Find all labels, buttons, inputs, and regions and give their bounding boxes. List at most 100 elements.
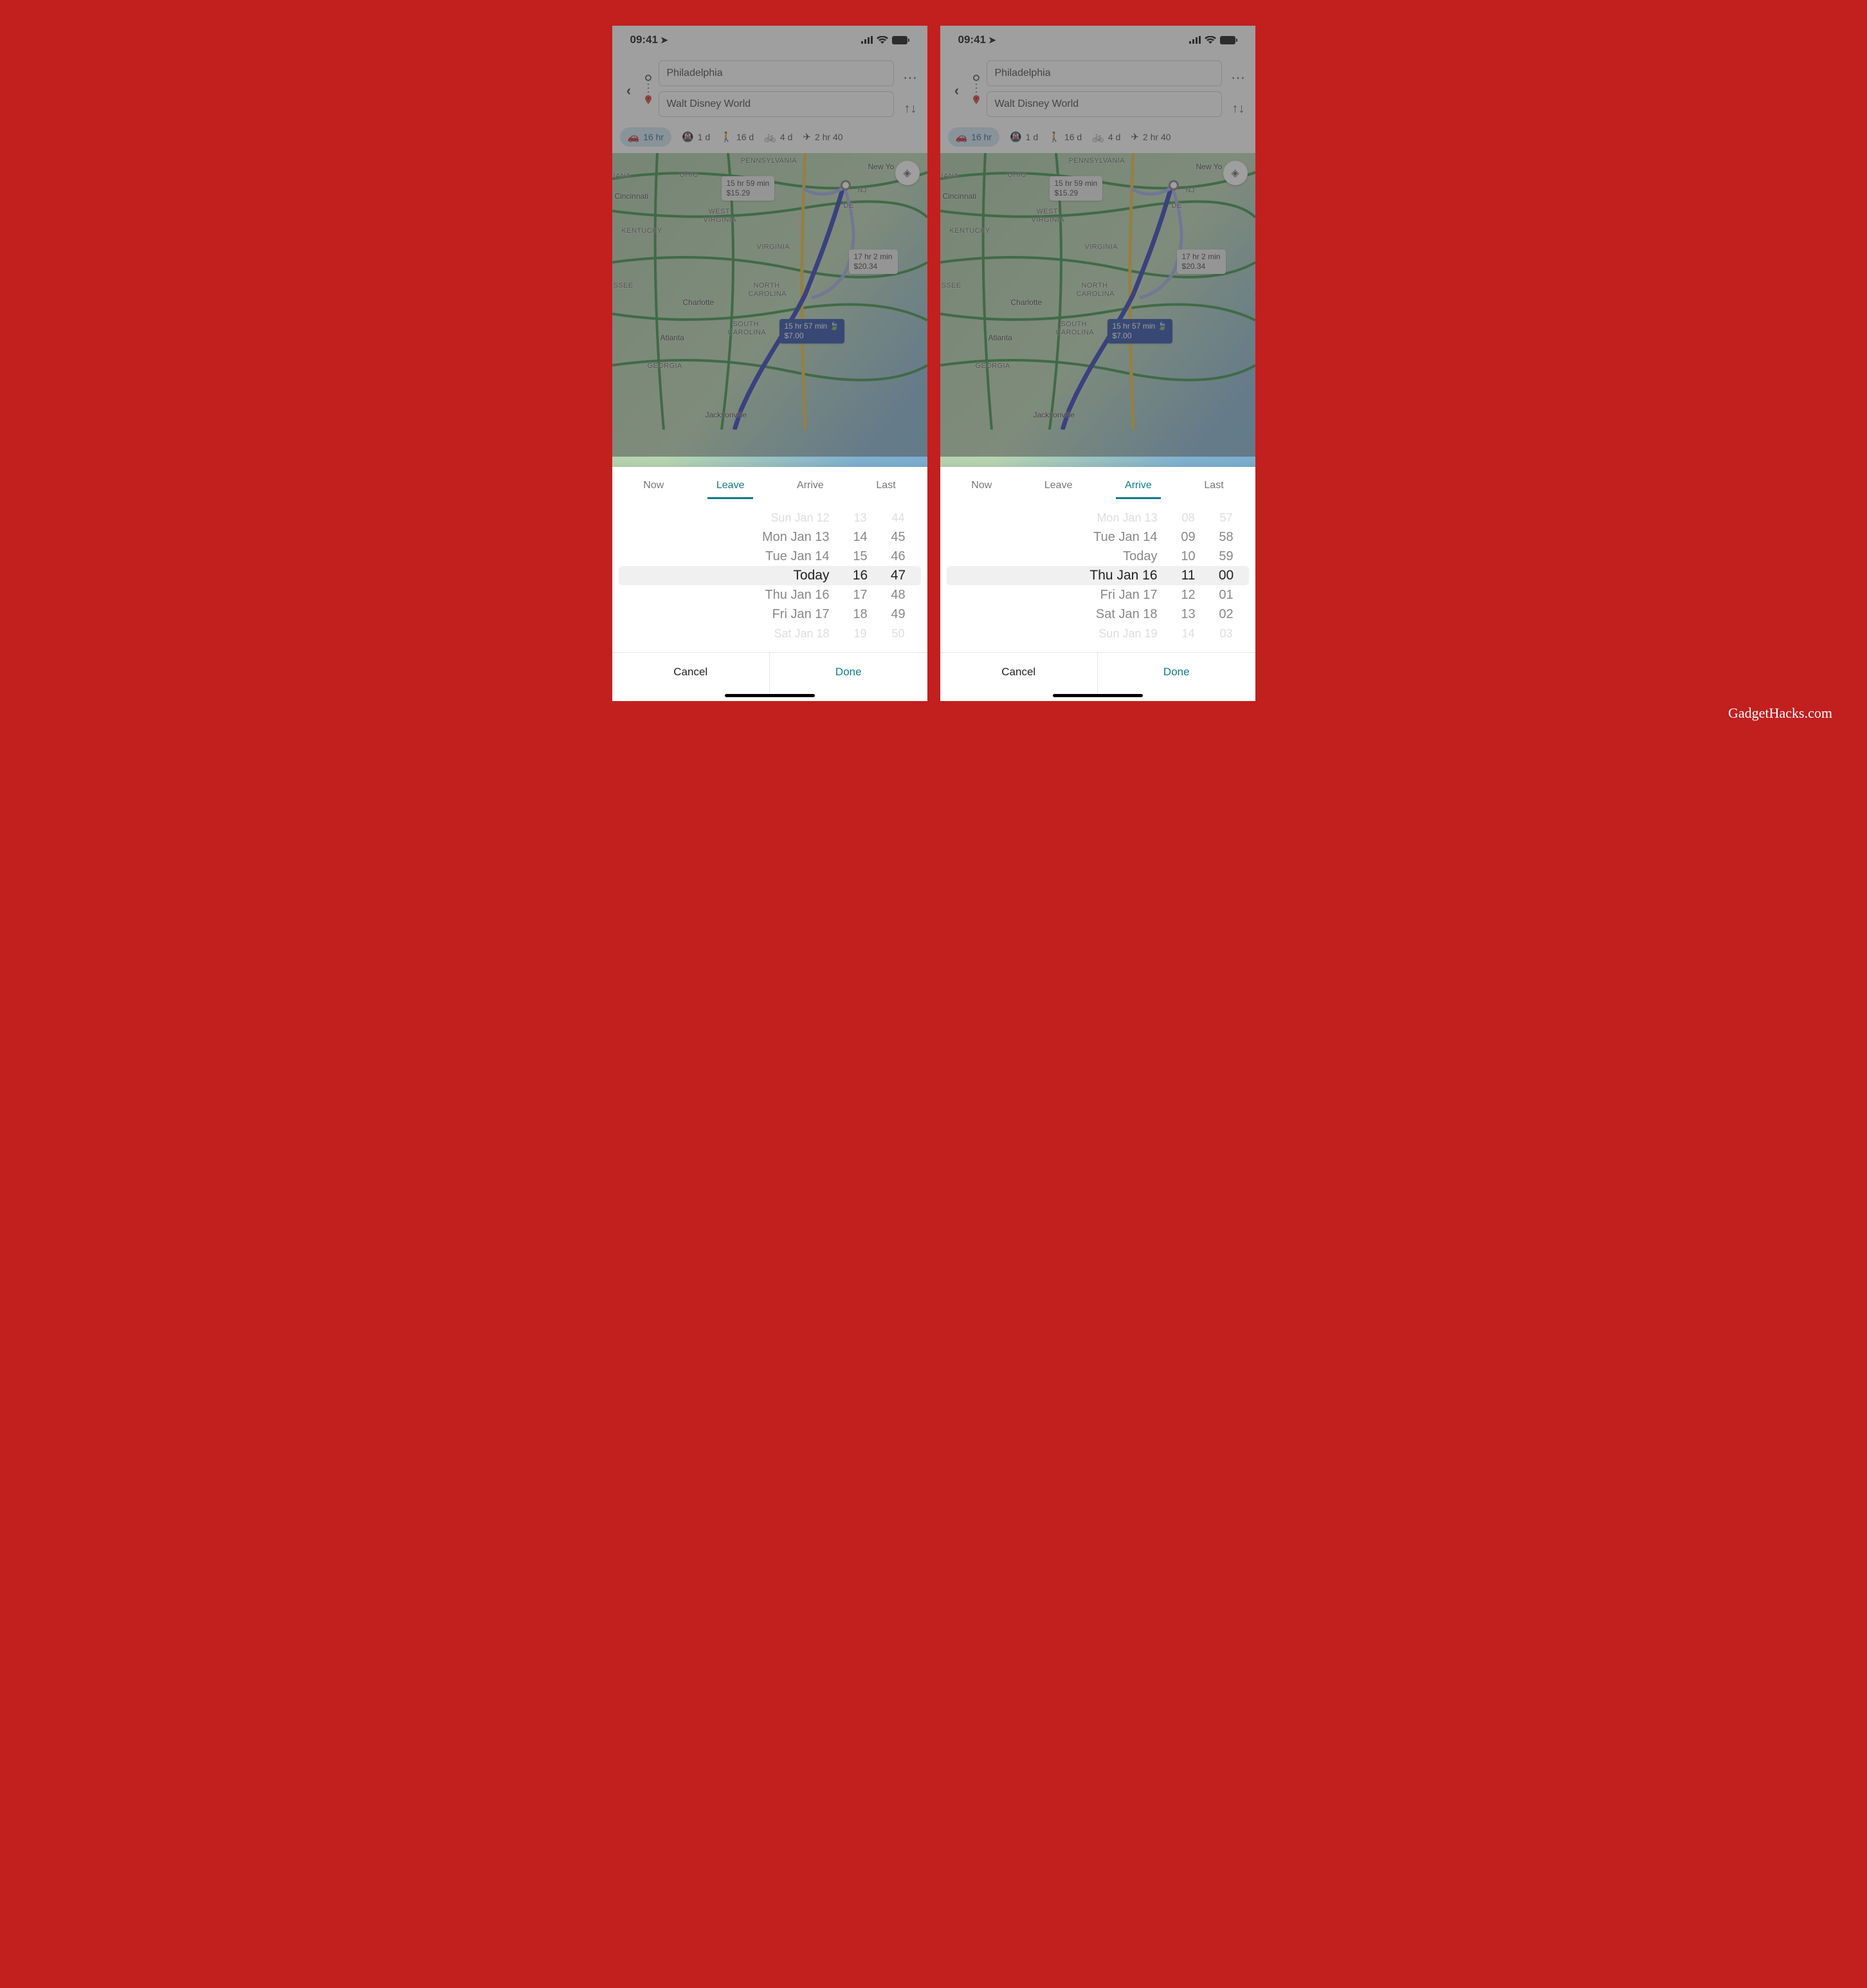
origin-input[interactable]: Philadelphia bbox=[659, 60, 894, 86]
tab-last[interactable]: Last bbox=[870, 476, 902, 499]
back-button[interactable]: ‹ bbox=[616, 82, 642, 99]
label-de: DE bbox=[1172, 202, 1182, 210]
cancel-button[interactable]: Cancel bbox=[612, 653, 770, 694]
time-picker-sheet: Now Leave Arrive Last Sun Jan 12 Mon Jan… bbox=[612, 467, 927, 701]
route-stops-icon bbox=[642, 68, 655, 114]
origin-marker-icon bbox=[841, 180, 851, 190]
route-callout-price: $15.29 bbox=[727, 188, 770, 198]
picker-col-date[interactable]: Sun Jan 12 Mon Jan 13 Tue Jan 14 Today T… bbox=[619, 508, 841, 643]
origin-marker-icon bbox=[1169, 180, 1179, 190]
picker-col-hour[interactable]: 08 09 10 11 12 13 14 bbox=[1169, 508, 1208, 643]
label-northcarolina2: CAROLINA bbox=[1077, 290, 1115, 298]
route-callout-b[interactable]: 17 hr 2 min $20.34 bbox=[1177, 250, 1226, 274]
label-kentucky: KENTUCKY bbox=[622, 227, 662, 235]
tab-last[interactable]: Last bbox=[1198, 476, 1230, 499]
wifi-icon bbox=[1205, 36, 1216, 44]
label-cincinnati: Cincinnati bbox=[615, 192, 649, 201]
done-button[interactable]: Done bbox=[769, 653, 927, 694]
swap-locations-button[interactable]: ↑↓ bbox=[904, 102, 917, 116]
label-northcarolina2: CAROLINA bbox=[749, 290, 787, 298]
label-kentucky: KENTUCKY bbox=[950, 227, 990, 235]
home-indicator-icon bbox=[725, 694, 815, 697]
tab-now[interactable]: Now bbox=[637, 476, 670, 499]
label-atlanta: Atlanta bbox=[988, 333, 1012, 342]
travel-mode-tabs: 🚗16 hr 🚇1 d 🚶16 d 🚲4 d ✈2 hr 40 bbox=[940, 123, 1255, 153]
label-newyork: New Yo bbox=[868, 162, 895, 171]
label-southcarolina2: CAROLINA bbox=[1056, 329, 1094, 336]
label-ohio: OHIO bbox=[1008, 171, 1027, 179]
more-options-button[interactable]: ⋯ bbox=[903, 69, 918, 86]
walk-icon: 🚶 bbox=[720, 131, 733, 143]
leaf-icon: 🍃 bbox=[830, 322, 839, 331]
tab-now[interactable]: Now bbox=[965, 476, 998, 499]
route-callout-a[interactable]: 15 hr 59 min $15.29 bbox=[722, 176, 775, 201]
destination-input[interactable]: Walt Disney World bbox=[987, 91, 1222, 117]
route-callout-duration: 15 hr 59 min bbox=[1055, 179, 1098, 188]
walk-icon: 🚶 bbox=[1048, 131, 1061, 143]
datetime-picker[interactable]: Mon Jan 13 Tue Jan 14 Today Thu Jan 16 F… bbox=[947, 508, 1249, 643]
route-callout-c-primary[interactable]: 15 hr 57 min 🍃 $7.00 bbox=[779, 319, 844, 343]
label-westvirginia1: WEST bbox=[1037, 208, 1058, 215]
tab-leave[interactable]: Leave bbox=[1038, 476, 1079, 499]
done-button[interactable]: Done bbox=[1097, 653, 1255, 694]
mode-bike[interactable]: 🚲4 d bbox=[764, 131, 792, 143]
layers-button[interactable]: ◈ bbox=[895, 161, 920, 185]
picker-col-hour[interactable]: 13 14 15 16 17 18 19 bbox=[841, 508, 880, 643]
label-iana: IANA bbox=[614, 172, 631, 180]
label-atlanta: Atlanta bbox=[660, 333, 684, 342]
cellular-signal-icon bbox=[861, 36, 873, 44]
label-ssee: SSEE bbox=[614, 282, 633, 289]
label-southcarolina1: SOUTH bbox=[1061, 320, 1088, 328]
tab-leave[interactable]: Leave bbox=[710, 476, 751, 499]
back-button[interactable]: ‹ bbox=[944, 82, 970, 99]
picker-col-date[interactable]: Mon Jan 13 Tue Jan 14 Today Thu Jan 16 F… bbox=[947, 508, 1169, 643]
route-callout-c-primary[interactable]: 15 hr 57 min 🍃 $7.00 bbox=[1107, 319, 1172, 343]
origin-circle-icon bbox=[973, 75, 979, 81]
destination-input[interactable]: Walt Disney World bbox=[659, 91, 894, 117]
label-nj: NJ bbox=[858, 187, 867, 194]
mode-plane[interactable]: ✈2 hr 40 bbox=[803, 131, 842, 143]
route-callout-duration: 15 hr 57 min bbox=[785, 322, 828, 331]
more-options-button[interactable]: ⋯ bbox=[1231, 69, 1246, 86]
cancel-button[interactable]: Cancel bbox=[940, 653, 1098, 694]
mode-bike[interactable]: 🚲4 d bbox=[1092, 131, 1120, 143]
car-icon: 🚗 bbox=[628, 131, 640, 143]
directions-header: ‹ Philadelphia Walt Disney World ⋯ ↑↓ bbox=[612, 54, 927, 123]
label-westvirginia2: VIRGINIA bbox=[1032, 216, 1065, 224]
layers-icon: ◈ bbox=[1231, 167, 1239, 179]
bike-icon: 🚲 bbox=[1092, 131, 1104, 143]
label-pennsylvania: PENNSYLVANIA bbox=[1069, 157, 1125, 165]
label-nj: NJ bbox=[1186, 187, 1195, 194]
tab-arrive[interactable]: Arrive bbox=[1118, 476, 1158, 499]
label-northcarolina1: NORTH bbox=[1082, 282, 1108, 289]
label-southcarolina2: CAROLINA bbox=[728, 329, 766, 336]
travel-mode-tabs: 🚗16 hr 🚇1 d 🚶16 d 🚲4 d ✈2 hr 40 bbox=[612, 123, 927, 153]
mode-walk[interactable]: 🚶16 d bbox=[720, 131, 754, 143]
route-callout-price: $15.29 bbox=[1055, 188, 1098, 198]
swap-locations-button[interactable]: ↑↓ bbox=[1232, 102, 1245, 116]
transit-icon: 🚇 bbox=[1010, 131, 1022, 143]
origin-input[interactable]: Philadelphia bbox=[987, 60, 1222, 86]
mode-car[interactable]: 🚗16 hr bbox=[620, 127, 672, 147]
label-ohio: OHIO bbox=[680, 171, 699, 179]
label-georgia: GEORGIA bbox=[976, 362, 1010, 370]
picker-col-minute[interactable]: 44 45 46 47 48 49 50 bbox=[880, 508, 921, 643]
phone-left: 09:41 ➤ ‹ Philadelphia Walt Disney Wor bbox=[612, 26, 927, 701]
location-arrow-icon: ➤ bbox=[660, 35, 668, 46]
plane-icon: ✈ bbox=[1131, 131, 1139, 143]
mode-transit[interactable]: 🚇1 d bbox=[682, 131, 710, 143]
route-callout-a[interactable]: 15 hr 59 min $15.29 bbox=[1050, 176, 1103, 201]
label-iana: IANA bbox=[942, 172, 959, 180]
picker-col-minute[interactable]: 57 58 59 00 01 02 03 bbox=[1208, 508, 1249, 643]
label-newyork: New Yo bbox=[1196, 162, 1223, 171]
route-callout-b[interactable]: 17 hr 2 min $20.34 bbox=[849, 250, 898, 274]
mode-plane[interactable]: ✈2 hr 40 bbox=[1131, 131, 1170, 143]
mode-car[interactable]: 🚗16 hr bbox=[948, 127, 1000, 147]
route-callout-price: $7.00 bbox=[1113, 331, 1167, 341]
route-callout-duration: 17 hr 2 min bbox=[1182, 252, 1221, 262]
mode-walk[interactable]: 🚶16 d bbox=[1048, 131, 1082, 143]
tab-arrive[interactable]: Arrive bbox=[790, 476, 830, 499]
layers-button[interactable]: ◈ bbox=[1223, 161, 1248, 185]
mode-transit[interactable]: 🚇1 d bbox=[1010, 131, 1038, 143]
datetime-picker[interactable]: Sun Jan 12 Mon Jan 13 Tue Jan 14 Today T… bbox=[619, 508, 921, 643]
